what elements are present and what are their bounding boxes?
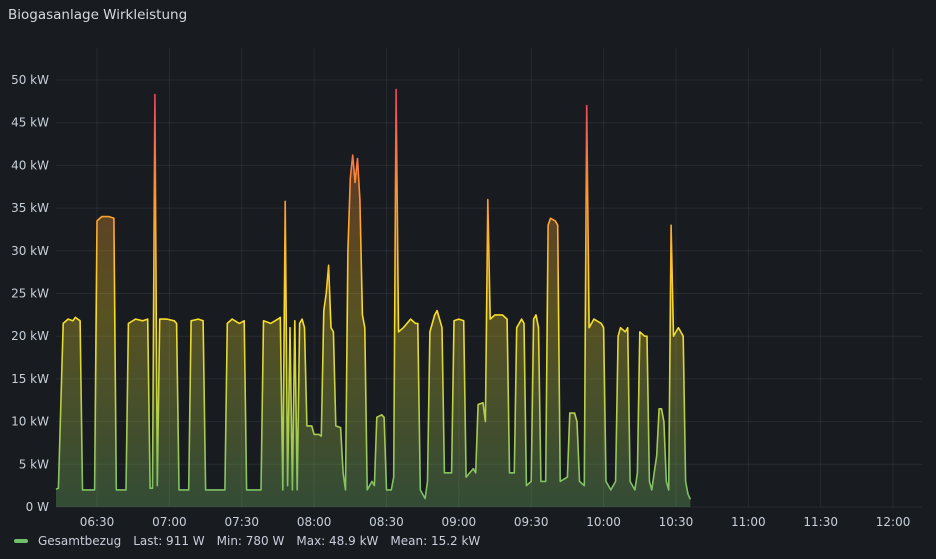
y-tick-label: 30 kW — [11, 244, 49, 258]
x-tick-label: 09:00 — [442, 515, 477, 529]
x-tick-label: 09:30 — [514, 515, 549, 529]
y-tick-label: 5 kW — [19, 457, 49, 471]
x-tick-label: 07:00 — [152, 515, 187, 529]
y-axis: 0 W 5 kW 10 kW 15 kW 20 kW 25 kW 30 kW 35 kW 40 … — [11, 73, 49, 514]
x-axis: 06:30 07:00 07:30 08:00 08:30 09:00 09:30 10:00… — [80, 515, 911, 529]
x-tick-label: 11:30 — [803, 515, 838, 529]
y-tick-label: 25 kW — [11, 287, 49, 301]
x-tick-label: 06:30 — [80, 515, 115, 529]
y-tick-label: 45 kW — [11, 116, 49, 130]
legend-last: Last: 911 W — [133, 534, 205, 548]
area-chart: 0 W 5 kW 10 kW 15 kW 20 kW 25 kW 30 kW 35 kW 40 … — [11, 48, 922, 529]
legend-swatch — [14, 539, 28, 543]
legend-max: Max: 48.9 kW — [296, 534, 379, 548]
x-tick-label: 08:30 — [369, 515, 404, 529]
legend-min: Min: 780 W — [216, 534, 285, 548]
series-gesamtbezug — [55, 88, 692, 508]
y-tick-label: 35 kW — [11, 201, 49, 215]
y-tick-label: 15 kW — [11, 372, 49, 386]
x-tick-label: 11:00 — [731, 515, 766, 529]
y-tick-label: 0 W — [26, 500, 49, 514]
x-tick-label: 12:00 — [876, 515, 911, 529]
x-tick-label: 08:00 — [297, 515, 332, 529]
x-tick-label: 10:30 — [659, 515, 694, 529]
y-tick-label: 20 kW — [11, 329, 49, 343]
chart-panel: Biogasanlage Wirkleistung 0 W5 kW 10 kW 15… — [0, 0, 936, 559]
x-tick-label: 07:30 — [224, 515, 259, 529]
y-tick-label: 40 kW — [11, 158, 49, 172]
y-tick-label: 50 kW — [11, 73, 49, 87]
x-tick-label: 10:00 — [586, 515, 621, 529]
legend-series-name[interactable]: Gesamtbezug — [38, 534, 121, 548]
y-tick-label: 10 kW — [11, 415, 49, 429]
legend[interactable]: Gesamtbezug Last: 911 W Min: 780 W Max: … — [14, 534, 480, 548]
series-area — [56, 89, 691, 508]
legend-mean: Mean: 15.2 kW — [390, 534, 481, 548]
